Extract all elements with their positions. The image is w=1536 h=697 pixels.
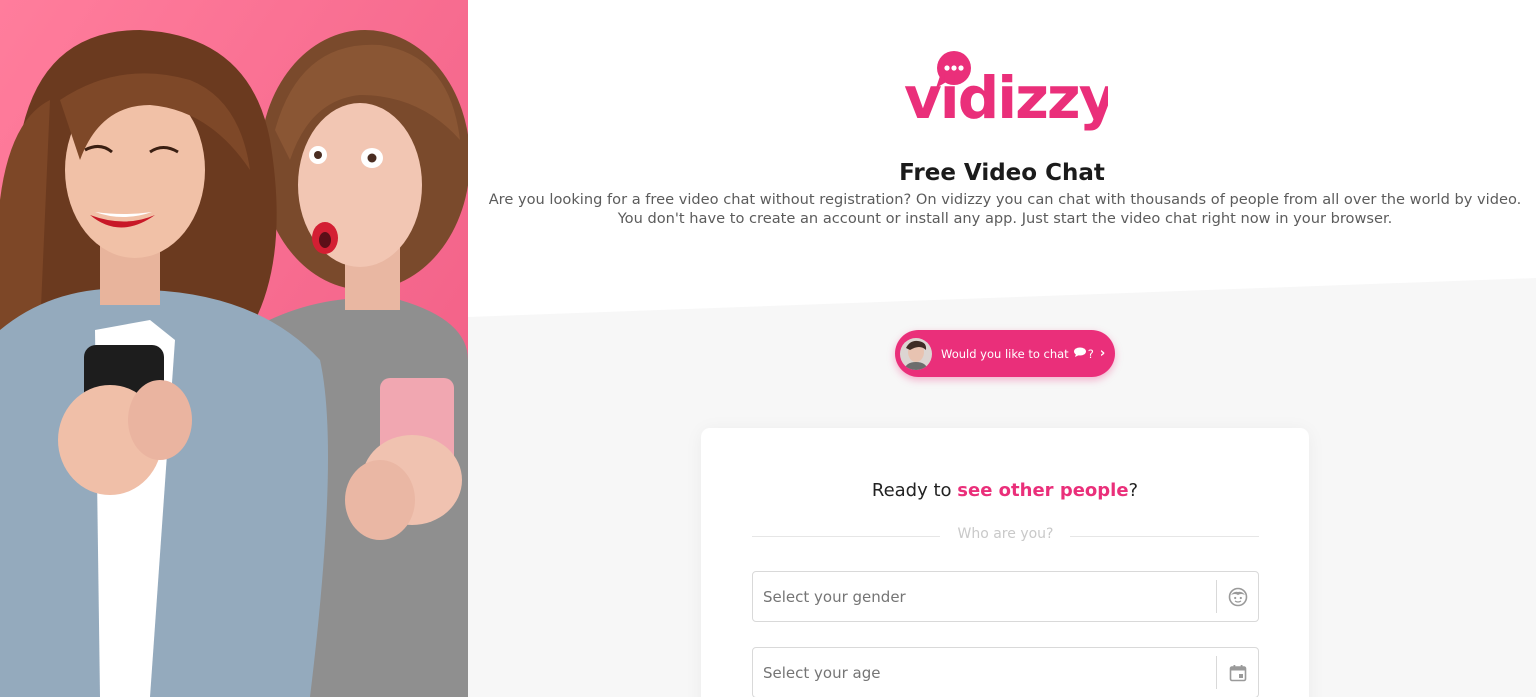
- who-are-you-divider: Who are you?: [752, 526, 1259, 546]
- speech-bubble-icon: [1073, 347, 1086, 360]
- chat-prompt-button[interactable]: Would you like to chat ? ›: [895, 330, 1115, 377]
- gender-select[interactable]: Select your gender: [752, 571, 1259, 622]
- signup-title: Ready to see other people?: [701, 480, 1309, 501]
- description-line-2: You don't have to create an account or i…: [617, 210, 1393, 227]
- page-description: Are you looking for a free video chat wi…: [486, 190, 1524, 228]
- chat-prompt-label: Would you like to chat: [941, 346, 1069, 361]
- avatar: [900, 337, 932, 370]
- vidizzy-logo[interactable]: vidizzy: [904, 46, 1118, 146]
- who-are-you-label: Who are you?: [957, 526, 1054, 542]
- svg-text:vidizzy: vidizzy: [904, 64, 1108, 132]
- age-placeholder: Select your age: [763, 663, 881, 682]
- signup-card: Ready to see other people? Who are you? …: [701, 428, 1309, 697]
- main-panel: vidizzy Free Video Chat Are you looking …: [468, 0, 1536, 697]
- age-select[interactable]: Select your age: [752, 647, 1259, 697]
- signup-title-suffix: ?: [1128, 480, 1139, 501]
- signup-title-prefix: Ready to: [871, 480, 958, 501]
- description-line-1: Are you looking for a free video chat wi…: [488, 191, 1522, 208]
- hero-image: [0, 0, 468, 697]
- calendar-icon: [1217, 648, 1258, 697]
- page-title: Free Video Chat: [899, 160, 1105, 186]
- gender-placeholder: Select your gender: [763, 587, 906, 606]
- face-icon: [1217, 572, 1258, 621]
- signup-title-accent: see other people: [957, 480, 1129, 501]
- chat-prompt-question-mark: ?: [1087, 346, 1094, 361]
- chevron-right-icon: ›: [1099, 346, 1106, 361]
